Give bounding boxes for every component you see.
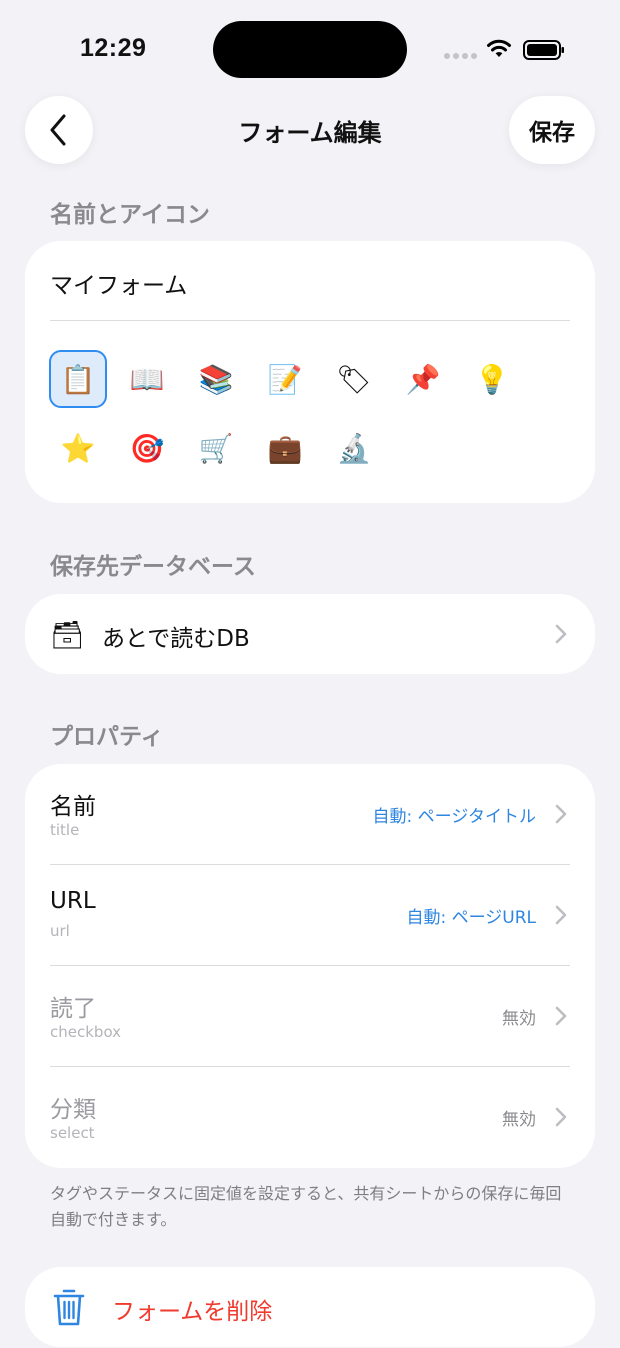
dynamic-island [213,21,407,78]
cellular-signal-icon [444,53,478,59]
save-button[interactable]: 保存 [509,96,595,164]
property-type: title [50,821,80,839]
chevron-right-icon [555,624,567,644]
open-book-icon[interactable]: 📖 [118,350,176,408]
property-name: 読了 [50,996,96,1022]
file-cabinet-icon: 🗃 [50,620,85,651]
form-name-field[interactable]: マイフォーム [50,266,187,300]
target-icon[interactable]: 🎯 [118,419,176,477]
delete-form-button[interactable]: フォームを削除 [25,1267,595,1347]
property-type: url [50,922,70,940]
section-label-name-icon: 名前とアイコン [50,202,210,228]
books-icon[interactable]: 📚 [187,350,245,408]
pushpin-icon[interactable]: 📌 [394,350,452,408]
chevron-right-icon [555,804,567,824]
delete-form-label: フォームを削除 [112,1299,273,1325]
briefcase-icon[interactable]: 💼 [256,419,314,477]
tag-label-icon[interactable]: 🏷 [325,350,383,408]
property-type: checkbox [50,1023,122,1041]
properties-card: 名前 title 自動: ページタイトル URL url 自動: ページURL 読了 chec… [25,764,595,1168]
property-row[interactable]: 分類 select 無効 [25,1067,595,1168]
chevron-right-icon [555,1107,567,1127]
property-value: 無効 [502,1110,536,1130]
chevron-right-icon [555,1006,567,1026]
database-name: あとで読むDB [102,626,250,652]
shopping-cart-icon[interactable]: 🛒 [187,419,245,477]
property-row[interactable]: 名前 title 自動: ページタイトル [25,764,595,865]
light-bulb-icon[interactable]: 💡 [463,350,521,408]
property-value: 自動: ページURL [406,908,536,928]
property-row[interactable]: 読了 checkbox 無効 [25,966,595,1067]
clipboard-icon[interactable]: 📋 [49,350,107,408]
property-type: select [50,1124,95,1142]
property-name: 分類 [50,1097,96,1123]
name-icon-card: マイフォーム 📋 📖 📚 📝 🏷 📌 💡 ⭐ 🎯 🛒 💼 🔬 [25,241,595,503]
chevron-right-icon [555,905,567,925]
status-time: 12:29 [80,34,147,62]
star-icon[interactable]: ⭐ [49,419,107,477]
property-value: 無効 [502,1009,536,1029]
property-value: 自動: ページタイトル [372,807,536,827]
property-row[interactable]: URL url 自動: ページURL [25,865,595,966]
memo-icon[interactable]: 📝 [256,350,314,408]
section-label-database: 保存先データベース [50,554,256,580]
battery-icon [523,40,564,60]
properties-footnote: タグやステータスに固定値を設定すると、共有シートからの保存に毎回自動で付きます。 [50,1184,562,1229]
section-label-properties: プロパティ [50,724,164,750]
property-name: 名前 [50,794,96,820]
divider [50,320,570,321]
trash-icon [53,1289,85,1326]
property-name: URL [50,888,96,914]
microscope-icon[interactable]: 🔬 [325,419,383,477]
wifi-icon [487,39,511,57]
database-row[interactable]: 🗃 あとで読むDB [25,594,595,674]
